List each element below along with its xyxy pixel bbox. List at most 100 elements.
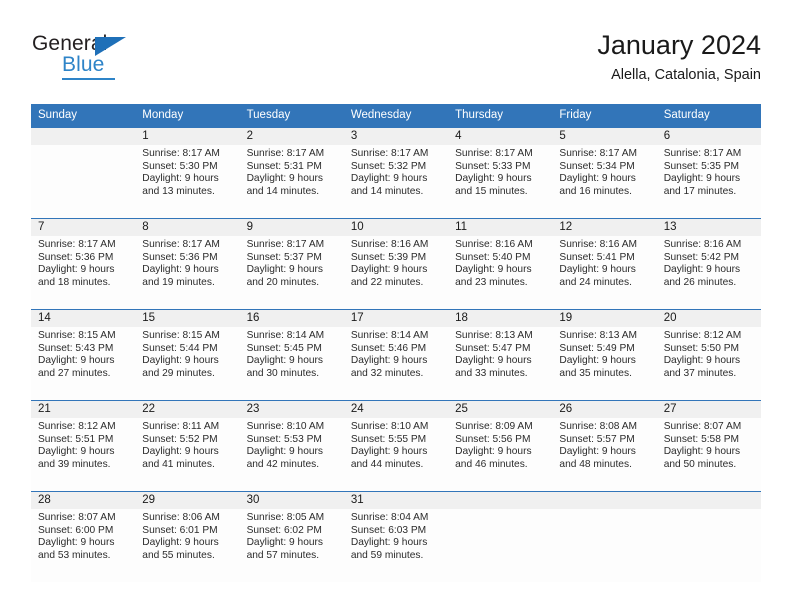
calendar-day-cell[interactable]: 29 Sunrise: 8:06 AM Sunset: 6:01 PM Dayligh… [135,491,240,582]
calendar-day-cell[interactable]: 31 Sunrise: 8:04 AM Sunset: 6:03 PM Dayligh… [343,491,449,582]
daylight-text-line1: Daylight: 9 hours [663,355,741,367]
calendar-day-cell[interactable]: 4 Sunrise: 8:17 AM Sunset: 5:33 PM Daylight… [448,127,553,219]
daylight-text-line1: Daylight: 9 hours [455,446,532,458]
calendar-day-cell[interactable]: 30 Sunrise: 8:05 AM Sunset: 6:02 PM Dayligh… [239,491,344,582]
calendar-day-cell[interactable]: 14 Sunrise: 8:15 AM Sunset: 5:43 PM Dayligh… [31,309,136,401]
day-cell-inner: 27 Sunrise: 8:07 AM Sunset: 5:58 PM Dayligh… [656,401,761,491]
sunrise-text: Sunrise: 8:05 AM [246,512,325,523]
day-cell-inner: 15 Sunrise: 8:15 AM Sunset: 5:44 PM Dayligh… [135,310,240,400]
sunset-text: Sunset: 5:51 PM [38,433,114,445]
calendar-day-cell[interactable]: 28 Sunrise: 8:07 AM Sunset: 6:00 PM Dayligh… [31,491,136,582]
calendar-day-cell[interactable]: 6 Sunrise: 8:17 AM Sunset: 5:35 PM Daylight… [656,127,761,219]
calendar-day-cell[interactable]: 8 Sunrise: 8:17 AM Sunset: 5:36 PM Daylight… [135,218,240,310]
brand-underline [62,78,115,80]
calendar-day-cell[interactable]: 25 Sunrise: 8:09 AM Sunset: 5:56 PM Dayligh… [448,400,553,492]
title-block: January 2024 Alella, Catalonia, Spain [597,28,761,85]
calendar-day-cell[interactable]: 3 Sunrise: 8:17 AM Sunset: 5:32 PM Daylight… [343,127,449,219]
day-cell-inner [552,492,657,582]
daylight-text-line2: and 59 minutes. [350,549,424,561]
calendar-day-cell[interactable]: 15 Sunrise: 8:15 AM Sunset: 5:44 PM Dayligh… [135,309,240,401]
brand-logo[interactable]: General Blue [31,32,261,88]
sunrise-text: Sunrise: 8:17 AM [559,148,637,159]
daylight-text-line1: Daylight: 9 hours [559,264,636,276]
sunrise-text: Sunrise: 8:12 AM [663,330,742,341]
day-number: 10 [343,219,449,236]
day-number: 7 [31,219,136,236]
sunrise-text: Sunrise: 8:17 AM [142,239,220,250]
day-cell-inner: 23 Sunrise: 8:10 AM Sunset: 5:53 PM Dayligh… [239,401,344,491]
sunset-text: Sunset: 5:57 PM [559,433,635,445]
sunrise-text: Sunrise: 8:10 AM [246,421,325,432]
day-cell-inner: 4 Sunrise: 8:17 AM Sunset: 5:33 PM Daylight… [448,128,553,218]
sunset-text: Sunset: 5:44 PM [142,342,218,354]
daylight-text-line1: Daylight: 9 hours [455,355,532,367]
calendar-day-cell[interactable]: 18 Sunrise: 8:13 AM Sunset: 5:47 PM Dayligh… [448,309,553,401]
calendar-day-cell[interactable]: 23 Sunrise: 8:10 AM Sunset: 5:53 PM Dayligh… [239,400,344,492]
day-number: 3 [343,128,449,145]
daylight-text-line1: Daylight: 9 hours [559,355,636,367]
day-number: 28 [31,492,136,509]
daylight-text-line2: and 53 minutes. [38,549,111,561]
sunrise-text: Sunrise: 8:06 AM [142,512,220,523]
day-sun-info: Sunrise: 8:14 AM Sunset: 5:46 PM Daylight:… [344,327,448,380]
calendar-day-cell[interactable]: 12 Sunrise: 8:16 AM Sunset: 5:41 PM Dayligh… [552,218,657,310]
daylight-text-line2: and 41 minutes. [142,458,215,470]
daylight-text-line2: and 55 minutes. [142,549,215,561]
sunset-text: Sunset: 5:58 PM [663,433,740,445]
daylight-text-line1: Daylight: 9 hours [38,537,115,549]
day-number: 24 [343,401,449,418]
day-sun-info: Sunrise: 8:06 AM Sunset: 6:01 PM Daylight:… [135,509,239,562]
day-sun-info: Sunrise: 8:17 AM Sunset: 5:32 PM Daylight:… [344,145,448,198]
daylight-text-line2: and 17 minutes. [663,185,737,197]
daylight-text-line1: Daylight: 9 hours [246,355,324,367]
day-cell-inner: 29 Sunrise: 8:06 AM Sunset: 6:01 PM Dayligh… [135,492,240,582]
sunrise-text: Sunrise: 8:04 AM [350,512,429,523]
calendar-day-cell[interactable]: 20 Sunrise: 8:12 AM Sunset: 5:50 PM Dayligh… [656,309,761,401]
calendar-day-cell[interactable]: 26 Sunrise: 8:08 AM Sunset: 5:57 PM Dayligh… [552,400,657,492]
sunset-text: Sunset: 5:50 PM [663,342,740,354]
calendar-day-cell[interactable]: 13 Sunrise: 8:16 AM Sunset: 5:42 PM Dayligh… [656,218,761,310]
day-cell-inner: 16 Sunrise: 8:14 AM Sunset: 5:45 PM Dayligh… [239,310,344,400]
daylight-text-line1: Daylight: 9 hours [142,173,219,185]
calendar-day-cell[interactable]: 17 Sunrise: 8:14 AM Sunset: 5:46 PM Dayligh… [343,309,449,401]
calendar-day-cell[interactable]: 2 Sunrise: 8:17 AM Sunset: 5:31 PM Daylight… [239,127,344,219]
calendar-week-row: 1 Sunrise: 8:17 AM Sunset: 5:30 PM Daylight… [31,127,761,219]
day-cell-inner: 14 Sunrise: 8:15 AM Sunset: 5:43 PM Dayligh… [31,310,136,400]
day-sun-info: Sunrise: 8:10 AM Sunset: 5:53 PM Daylight:… [240,418,344,471]
calendar-day-cell[interactable]: 19 Sunrise: 8:13 AM Sunset: 5:49 PM Dayligh… [552,309,657,401]
sunset-text: Sunset: 5:36 PM [142,251,218,263]
day-sun-info: Sunrise: 8:10 AM Sunset: 5:55 PM Daylight:… [344,418,448,471]
day-sun-info: Sunrise: 8:17 AM Sunset: 5:36 PM Daylight:… [135,236,239,289]
calendar-day-cell[interactable]: 1 Sunrise: 8:17 AM Sunset: 5:30 PM Daylight… [135,127,240,219]
calendar-day-cell[interactable]: 16 Sunrise: 8:14 AM Sunset: 5:45 PM Dayligh… [239,309,344,401]
calendar-day-cell[interactable]: 10 Sunrise: 8:16 AM Sunset: 5:39 PM Dayligh… [343,218,449,310]
day-number: 31 [343,492,449,509]
calendar-day-cell[interactable]: 11 Sunrise: 8:16 AM Sunset: 5:40 PM Dayligh… [448,218,553,310]
calendar-day-cell[interactable]: 22 Sunrise: 8:11 AM Sunset: 5:52 PM Dayligh… [135,400,240,492]
sunrise-text: Sunrise: 8:12 AM [38,421,116,432]
calendar-day-cell[interactable]: 24 Sunrise: 8:10 AM Sunset: 5:55 PM Dayligh… [343,400,449,492]
sunset-text: Sunset: 5:34 PM [559,160,635,172]
daylight-text-line2: and 46 minutes. [455,458,528,470]
daylight-text-line2: and 50 minutes. [663,458,737,470]
day-sun-info: Sunrise: 8:13 AM Sunset: 5:49 PM Daylight:… [552,327,656,380]
sunrise-text: Sunrise: 8:13 AM [559,330,637,341]
calendar-day-cell[interactable]: 9 Sunrise: 8:17 AM Sunset: 5:37 PM Daylight… [239,218,344,310]
calendar-day-cell[interactable]: 27 Sunrise: 8:07 AM Sunset: 5:58 PM Dayligh… [656,400,761,492]
daylight-text-line1: Daylight: 9 hours [246,537,324,549]
calendar-day-cell[interactable]: 7 Sunrise: 8:17 AM Sunset: 5:36 PM Daylight… [31,218,136,310]
sunset-text: Sunset: 5:32 PM [350,160,427,172]
sunrise-text: Sunrise: 8:09 AM [455,421,533,432]
calendar-day-cell[interactable]: 21 Sunrise: 8:12 AM Sunset: 5:51 PM Dayligh… [31,400,136,492]
day-cell-inner: 26 Sunrise: 8:08 AM Sunset: 5:57 PM Dayligh… [552,401,657,491]
sunrise-text: Sunrise: 8:07 AM [38,512,116,523]
day-number: 14 [31,310,136,327]
calendar-day-cell[interactable]: 5 Sunrise: 8:17 AM Sunset: 5:34 PM Daylight… [552,127,657,219]
daylight-text-line2: and 27 minutes. [38,367,111,379]
day-number: 23 [239,401,344,418]
sunset-text: Sunset: 5:36 PM [38,251,114,263]
sunset-text: Sunset: 5:37 PM [246,251,322,263]
daylight-text-line2: and 22 minutes. [350,276,424,288]
daylight-text-line1: Daylight: 9 hours [350,446,428,458]
day-cell-inner: 19 Sunrise: 8:13 AM Sunset: 5:49 PM Dayligh… [552,310,657,400]
